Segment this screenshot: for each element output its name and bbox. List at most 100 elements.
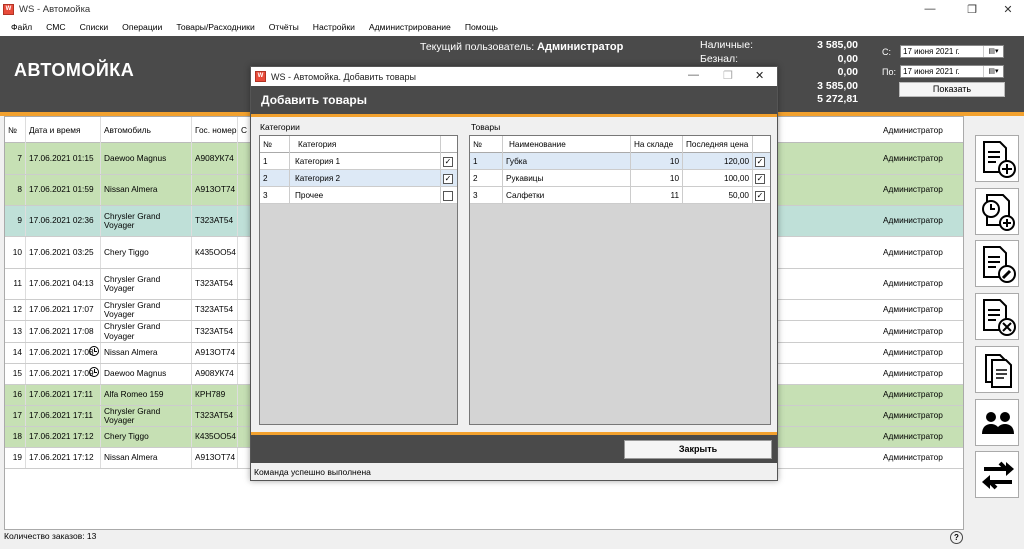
cash-value: 3 585,00 [817, 39, 858, 51]
col-admin[interactable]: Администратор [880, 117, 963, 143]
row-admin: Администратор [883, 246, 943, 257]
date-to-label: По: [882, 66, 896, 77]
goods-price: 100,00 [683, 170, 753, 187]
row-number: 12 [5, 300, 26, 320]
dialog-header: Добавить товары [251, 86, 777, 114]
row-datetime: 17.06.2021 17:11 [26, 385, 101, 405]
category-row[interactable]: 2 Категория 2 ✓ [260, 170, 457, 187]
goods-name: Рукавицы [503, 170, 631, 187]
row-car: Nissan Almera [101, 343, 192, 363]
row-admin: Администратор [883, 389, 943, 400]
cash-row-value: 3 585,00 [817, 79, 858, 92]
row-admin: Администратор [883, 215, 943, 226]
goods-checkbox[interactable]: ✓ [755, 190, 765, 201]
goods-col-price[interactable]: Последняя цена [683, 136, 753, 153]
edit-order-button[interactable] [975, 240, 1019, 287]
goods-number: 1 [470, 153, 503, 170]
minimize-button[interactable]: — [914, 0, 946, 18]
category-checkbox[interactable]: ✓ [443, 173, 453, 184]
delete-order-button[interactable] [975, 293, 1019, 340]
category-row[interactable]: 3 Прочее [260, 187, 457, 204]
row-number: 17 [5, 406, 26, 426]
menu-reports[interactable]: Отчёты [262, 22, 306, 32]
user-value: Администратор [537, 41, 624, 53]
goods-checkbox[interactable]: ✓ [755, 173, 765, 184]
row-car: Chery Tiggo [101, 427, 192, 447]
goods-table[interactable]: № Наименование На складе Последняя цена … [469, 135, 771, 425]
col-plate[interactable]: Гос. номер [192, 117, 238, 143]
close-window-button[interactable]: ✕ [992, 0, 1024, 18]
goods-row[interactable]: 1 Губка 10 120,00 ✓ [470, 153, 770, 170]
row-plate: Т323АТ54 [192, 206, 238, 236]
goods-col-name[interactable]: Наименование [503, 136, 631, 153]
delete-order-icon [983, 299, 1016, 336]
row-plate: А913ОТ74 [192, 175, 238, 205]
cat-col-number[interactable]: № [260, 136, 290, 153]
date-to-value: 17 июня 2021 г. [903, 67, 960, 76]
documents-button[interactable] [975, 346, 1019, 393]
show-button[interactable]: Показать [899, 82, 1005, 97]
dialog-button-bar: Закрыть [251, 435, 777, 463]
close-button[interactable]: Закрыть [624, 440, 772, 459]
cash-label: Наличные: [700, 39, 753, 51]
row-datetime: 17.06.2021 17:12 [26, 427, 101, 447]
goods-col-number[interactable]: № [470, 136, 503, 153]
row-plate: А908УК74 [192, 143, 238, 174]
menu-lists[interactable]: Списки [73, 22, 116, 32]
category-number: 1 [260, 153, 290, 170]
cash-row-value: 0,00 [837, 66, 858, 78]
dialog-minimize-button[interactable]: — [688, 69, 699, 81]
menu-sms[interactable]: СМС [39, 22, 72, 32]
users-button[interactable] [975, 399, 1019, 446]
menu-operations[interactable]: Операции [115, 22, 169, 32]
menu-help[interactable]: Помощь [458, 22, 505, 32]
row-car: Chrysler Grand Voyager [101, 406, 192, 426]
date-from-picker[interactable]: 17 июня 2021 г. ▤▾ [900, 45, 1004, 58]
col-datetime[interactable]: Дата и время [26, 117, 101, 143]
col-number[interactable]: № [5, 117, 26, 143]
dialog-maximize-button[interactable]: ❐ [723, 69, 733, 82]
category-checkbox[interactable]: ✓ [443, 156, 453, 167]
category-number: 3 [260, 187, 290, 204]
row-admin: Администратор [883, 431, 943, 442]
category-row[interactable]: 1 Категория 1 ✓ [260, 153, 457, 170]
col-car[interactable]: Автомобиль [101, 117, 192, 143]
cat-col-name[interactable]: Категория [290, 136, 441, 153]
dialog-status: Команда успешно выполнена [254, 467, 371, 477]
goods-checkbox[interactable]: ✓ [755, 156, 765, 167]
goods-row[interactable]: 2 Рукавицы 10 100,00 ✓ [470, 170, 770, 187]
add-order-button[interactable] [975, 135, 1019, 182]
row-car: Alfa Romeo 159 [101, 385, 192, 405]
row-admin: Администратор [883, 184, 943, 195]
maximize-button[interactable]: ❐ [956, 0, 988, 18]
row-admin: Администратор [883, 452, 943, 463]
menu-settings[interactable]: Настройки [306, 22, 362, 32]
menu-admin[interactable]: Администрирование [362, 22, 458, 32]
calendar-dropdown-icon[interactable]: ▤▾ [983, 66, 1003, 77]
row-number: 9 [5, 206, 26, 236]
date-to-row: По: 17 июня 2021 г. ▤▾ [882, 65, 1004, 78]
row-admin: Администратор [883, 325, 943, 336]
row-car: Chrysler Grand Voyager [101, 321, 192, 342]
categories-table[interactable]: № Категория 1 Категория 1 ✓ 2 Категория … [259, 135, 458, 425]
row-number: 16 [5, 385, 26, 405]
row-number: 15 [5, 364, 26, 384]
goods-row[interactable]: 3 Салфетки 11 50,00 ✓ [470, 187, 770, 204]
timed-order-button[interactable] [975, 188, 1019, 235]
row-plate: К435ОО54 [192, 427, 238, 447]
menu-goods[interactable]: Товары/Расходники [169, 22, 261, 32]
goods-number: 2 [470, 170, 503, 187]
help-icon[interactable]: ? [950, 531, 963, 544]
category-name: Категория 2 [290, 170, 441, 187]
dialog-close-icon[interactable]: ✕ [755, 69, 764, 82]
category-checkbox[interactable] [443, 190, 453, 201]
row-admin: Администратор [883, 368, 943, 379]
calendar-dropdown-icon[interactable]: ▤▾ [983, 46, 1003, 57]
transfer-button[interactable] [975, 451, 1019, 498]
row-number: 18 [5, 427, 26, 447]
row-number: 14 [5, 343, 26, 363]
add-order-icon [983, 141, 1016, 178]
menu-file[interactable]: Файл [4, 22, 39, 32]
goods-col-stock[interactable]: На складе [631, 136, 683, 153]
date-to-picker[interactable]: 17 июня 2021 г. ▤▾ [900, 65, 1004, 78]
